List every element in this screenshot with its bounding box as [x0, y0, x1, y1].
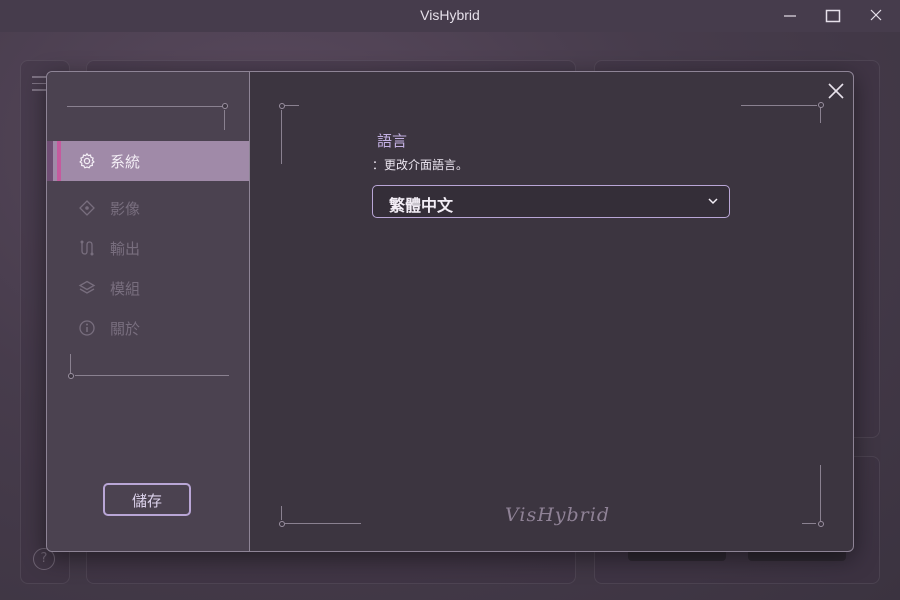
output-path-icon [80, 240, 94, 256]
close-window-button[interactable] [854, 0, 900, 32]
gear-icon [79, 152, 95, 169]
decorative-line [70, 354, 71, 374]
close-icon [870, 9, 882, 21]
brand-logo: VisHybrid [505, 504, 611, 526]
language-section-description: ：更改介面語言。 [372, 158, 469, 172]
decorative-line [281, 506, 282, 520]
decorative-dot [279, 521, 285, 527]
decorative-line [285, 523, 361, 524]
language-section-title: 語言 [377, 132, 408, 150]
minimize-icon [784, 15, 796, 17]
sidebar-item-label: 影像 [110, 199, 141, 218]
decorative-line [802, 523, 816, 524]
language-dropdown[interactable]: 繁體中文 [372, 185, 730, 218]
window-title: VisHybrid [420, 7, 480, 23]
chevron-down-icon [708, 198, 718, 205]
sidebar-item-label: 系統 [110, 152, 141, 171]
decorative-line [285, 105, 299, 106]
decorative-line [741, 105, 817, 106]
image-diamond-icon [79, 200, 95, 216]
maximize-icon [825, 9, 841, 23]
decorative-dot [68, 373, 74, 379]
language-dropdown-value: 繁體中文 [389, 196, 454, 215]
layers-icon [78, 280, 96, 294]
settings-dialog: 系統 影像 輸出 模組 關於 儲存 語言 ：更改介面語言。 繁體中文 VisHy… [46, 71, 854, 552]
close-dialog-icon[interactable] [825, 80, 847, 102]
sidebar-item-label: 輸出 [110, 239, 141, 258]
sidebar-item-label: 模組 [110, 279, 141, 298]
decorative-line [224, 110, 225, 130]
settings-sidebar: 系統 影像 輸出 模組 關於 儲存 [47, 72, 250, 551]
decorative-dot [279, 103, 285, 109]
maximize-button[interactable] [810, 0, 856, 32]
minimize-button[interactable] [768, 0, 814, 32]
info-icon [79, 320, 95, 336]
decorative-line [75, 375, 229, 376]
title-bar: VisHybrid [0, 0, 900, 32]
sidebar-item-modules[interactable]: 模組 [47, 268, 249, 308]
sidebar-item-label: 關於 [110, 319, 141, 338]
sidebar-item-system[interactable]: 系統 [47, 141, 249, 181]
save-button[interactable]: 儲存 [103, 483, 191, 516]
decorative-line [67, 106, 225, 107]
sidebar-item-output[interactable]: 輸出 [47, 228, 249, 268]
sidebar-item-image[interactable]: 影像 [47, 188, 249, 228]
decorative-dot [818, 102, 824, 108]
active-marker [47, 141, 53, 181]
decorative-line [820, 465, 821, 521]
sidebar-item-about[interactable]: 關於 [47, 308, 249, 348]
active-marker [57, 141, 61, 181]
decorative-dot [222, 103, 228, 109]
decorative-dot [818, 521, 824, 527]
decorative-line [281, 110, 282, 164]
